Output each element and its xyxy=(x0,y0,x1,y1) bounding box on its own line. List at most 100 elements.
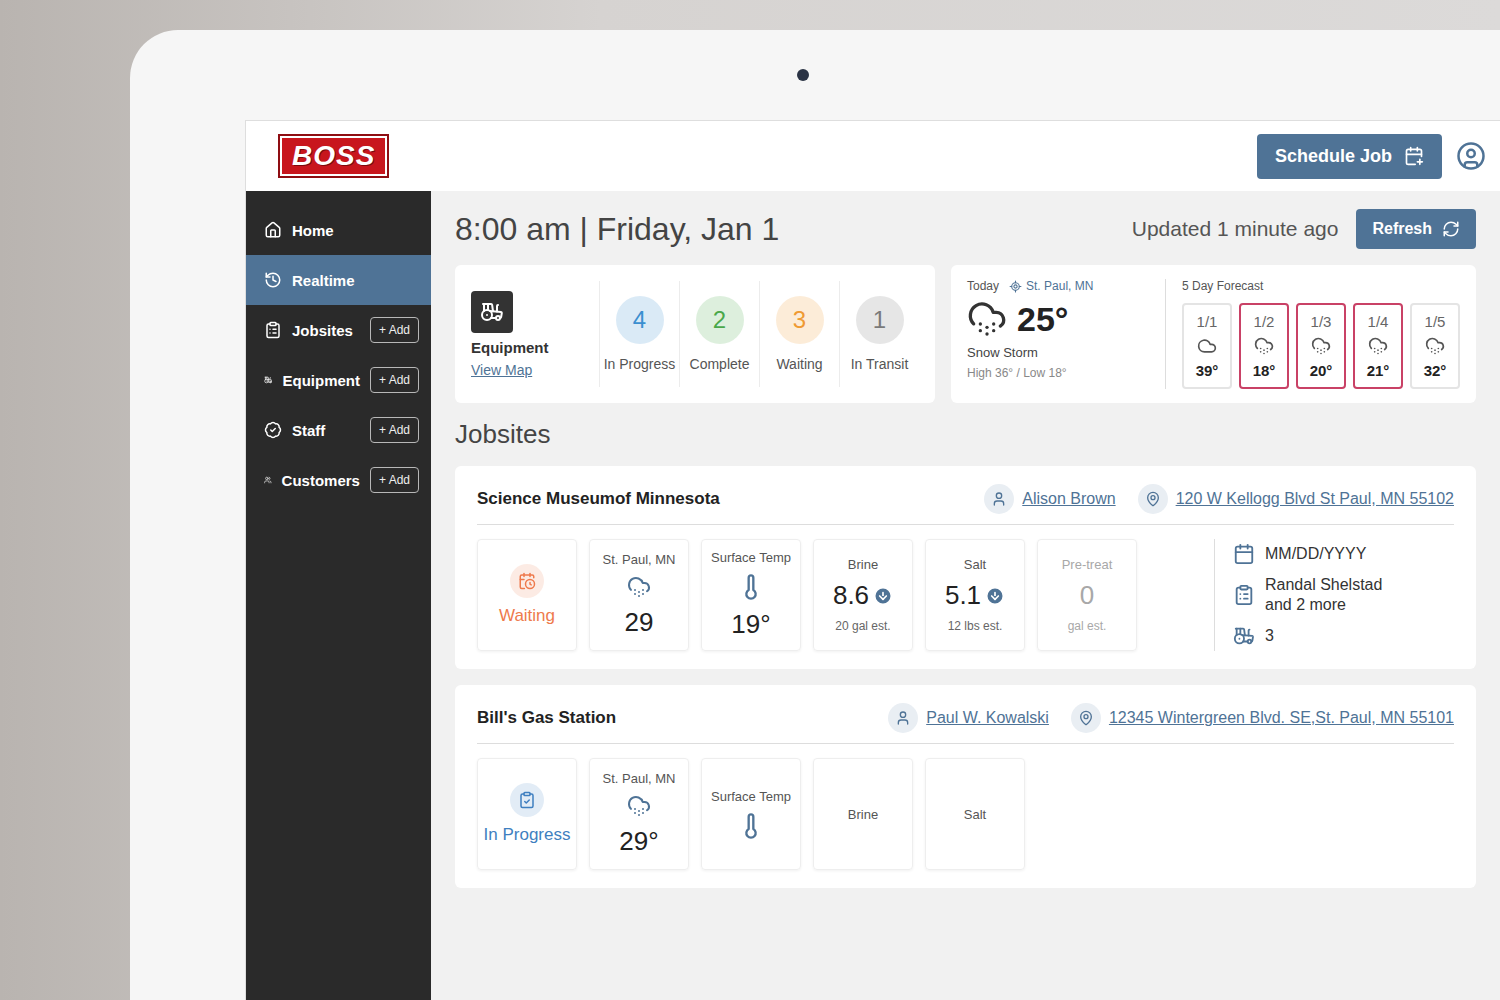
tile-value: 8.6 xyxy=(833,580,869,611)
today-label: Today xyxy=(967,279,999,293)
tile-label: Brine xyxy=(848,807,878,822)
tile-value: 29° xyxy=(619,826,658,857)
app-screen: BOSSSchedule Job Home Realtime Jobsites + Ad… xyxy=(245,120,1500,1000)
sidebar-item-label: Equipment xyxy=(282,372,360,389)
sidebar-item[interactable]: Equipment + Add xyxy=(246,355,431,405)
stat-item[interactable]: 1In Transit xyxy=(839,281,919,387)
sidebar-item[interactable]: Realtime xyxy=(246,255,431,305)
date-time: 8:00 am | Friday, Jan 1 xyxy=(455,211,779,248)
snow-cloud-icon xyxy=(627,794,651,818)
user-icon[interactable] xyxy=(1456,141,1486,171)
address-link[interactable]: 12345 Wintergreen Blvd. SE,St. Paul, MN … xyxy=(1109,709,1454,727)
tile-label: Surface Temp xyxy=(711,550,791,565)
forecast-temp: 20° xyxy=(1310,362,1333,379)
waiting-status-icon xyxy=(518,572,536,590)
stat-label: In Transit xyxy=(851,356,909,372)
calendar-icon xyxy=(1233,543,1255,565)
laptop-bezel: BOSSSchedule Job Home Realtime Jobsites + Ad… xyxy=(130,30,1500,1000)
refresh-button[interactable]: Refresh xyxy=(1356,209,1476,249)
tile-label: Brine xyxy=(848,557,878,572)
amount-tile: Brine 8.6 20 gal est. xyxy=(813,539,913,651)
tile-note: 20 gal est. xyxy=(835,619,890,633)
person-icon xyxy=(895,710,911,726)
weather-condition: Snow Storm xyxy=(967,345,1147,360)
amount-tile: Brine xyxy=(813,758,913,870)
stat-count: 3 xyxy=(776,296,824,344)
snow-storm-icon xyxy=(967,299,1007,339)
progress-status-icon xyxy=(518,791,536,809)
staff-icon xyxy=(264,421,282,439)
top-bar: BOSSSchedule Job xyxy=(246,121,1500,191)
high-low: High 36° / Low 18° xyxy=(967,366,1147,380)
main-content: 8:00 am | Friday, Jan 1 Updated 1 minute … xyxy=(431,191,1500,1000)
tile-label: St. Paul, MN xyxy=(603,771,676,786)
forecast-day: 1/532° xyxy=(1410,303,1460,389)
forecast-temp: 21° xyxy=(1367,362,1390,379)
jobsite-card: Science Museumof MinnesotaAlison Brown12… xyxy=(455,466,1476,669)
tile-value: 19° xyxy=(731,609,770,640)
home-icon xyxy=(264,221,282,239)
forecast-day: 1/218° xyxy=(1239,303,1289,389)
updated-text: Updated 1 minute ago xyxy=(1132,217,1339,241)
stat-label: Complete xyxy=(690,356,750,372)
tile-value: 0 xyxy=(1080,580,1094,611)
stat-label: Waiting xyxy=(776,356,822,372)
stat-item[interactable]: 4In Progress xyxy=(599,281,679,387)
equipment-count: 3 xyxy=(1265,626,1274,646)
forecast-date: 1/3 xyxy=(1311,313,1332,330)
sidebar-item-label: Home xyxy=(292,222,334,239)
sidebar-item-label: Realtime xyxy=(292,272,355,289)
status-label: In Progress xyxy=(484,825,571,845)
view-map-link[interactable]: View Map xyxy=(471,362,599,378)
photo-backdrop: BOSSSchedule Job Home Realtime Jobsites + Ad… xyxy=(0,0,1500,1000)
add-button[interactable]: + Add xyxy=(370,317,419,343)
map-pin-icon xyxy=(1078,710,1094,726)
weather-tile: St. Paul, MN29 xyxy=(589,539,689,651)
forecast-day: 1/139° xyxy=(1182,303,1232,389)
sidebar-item-label: Customers xyxy=(282,472,360,489)
person-icon xyxy=(991,491,1007,507)
surface-temp-tile: Surface Temp xyxy=(701,758,801,870)
contact-link[interactable]: Paul W. Kowalski xyxy=(926,709,1049,727)
equipment-stats-card: Equipment View Map4In Progress2Complete 3 W… xyxy=(455,265,935,403)
customers-icon xyxy=(264,471,272,489)
equipment-label: Equipment xyxy=(471,339,599,356)
jobsite-details: MM/DD/YYYYRandal Shelstadand 2 more3 xyxy=(1214,539,1454,651)
sidebar-item-label: Jobsites xyxy=(292,322,353,339)
arrow-down-icon xyxy=(873,586,893,606)
forecast-date: 1/5 xyxy=(1425,313,1446,330)
tile-label: St. Paul, MN xyxy=(603,552,676,567)
contact-link[interactable]: Alison Brown xyxy=(1022,490,1115,508)
forecast-temp: 39° xyxy=(1196,362,1219,379)
camera-dot xyxy=(797,69,809,81)
stat-item[interactable]: 2Complete xyxy=(679,281,759,387)
staff-icon xyxy=(1233,584,1255,606)
arrow-down-icon xyxy=(985,586,1005,606)
sidebar-item[interactable]: Staff + Add xyxy=(246,405,431,455)
tile-value: 5.1 xyxy=(945,580,981,611)
add-button[interactable]: + Add xyxy=(370,367,419,393)
stat-item[interactable]: 3 Waiting xyxy=(759,281,839,387)
schedule-job-button[interactable]: Schedule Job xyxy=(1257,134,1442,179)
stat-label: In Progress xyxy=(604,356,676,372)
sidebar-item[interactable]: Home xyxy=(246,205,431,255)
snow-cloud-icon xyxy=(1254,336,1274,356)
jobsites-icon xyxy=(264,321,282,339)
current-temp: 25° xyxy=(1017,300,1068,339)
sidebar: HomeRealtimeJobsites+ AddEquipment+ AddS… xyxy=(246,191,431,1000)
status-tile: Waiting xyxy=(477,539,577,651)
cloud-icon xyxy=(1197,336,1217,356)
refresh-icon xyxy=(1442,220,1460,238)
tile-note: 12 lbs est. xyxy=(948,619,1003,633)
jobsite-card: Bill's Gas StationPaul W. Kowalski12345 … xyxy=(455,685,1476,888)
snow-cloud-icon xyxy=(627,575,651,599)
weather-card: TodaySt. Paul, MN25°Snow StormHigh 36° /… xyxy=(951,265,1476,403)
sidebar-item[interactable]: Customers + Add xyxy=(246,455,431,505)
add-button[interactable]: + Add xyxy=(370,467,419,493)
sidebar-item[interactable]: Jobsites + Add xyxy=(246,305,431,355)
forecast-date: 1/2 xyxy=(1254,313,1275,330)
amount-tile: Salt xyxy=(925,758,1025,870)
sidebar-item-label: Staff xyxy=(292,422,325,439)
address-link[interactable]: 120 W Kellogg Blvd St Paul, MN 55102 xyxy=(1176,490,1454,508)
add-button[interactable]: + Add xyxy=(370,417,419,443)
